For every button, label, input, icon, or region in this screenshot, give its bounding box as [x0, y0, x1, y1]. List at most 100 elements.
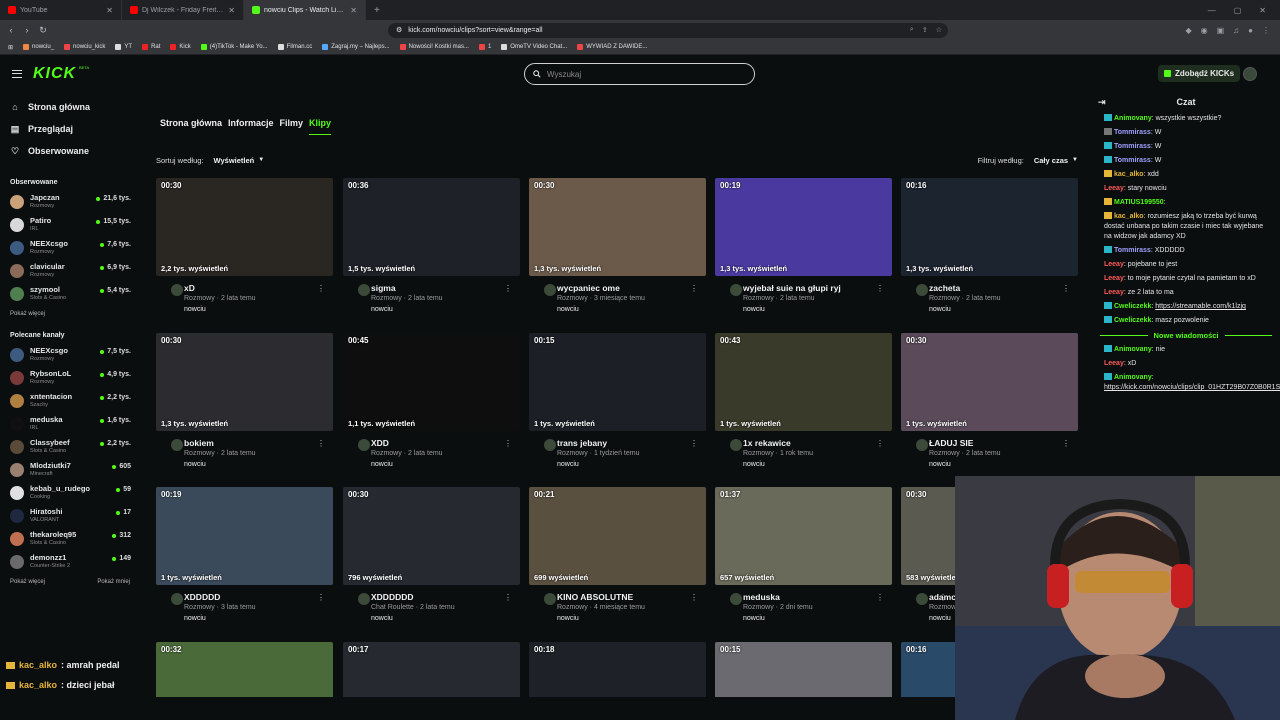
clip-thumbnail[interactable]: 00:30 796 wyświetleń: [343, 487, 520, 585]
site-info-icon[interactable]: ⚙: [396, 26, 402, 34]
bookmark-item[interactable]: Rat: [142, 44, 160, 50]
clip-card[interactable]: 00:21 699 wyświetleń KINO ABSOLUTNE Rozmowy…: [529, 487, 706, 627]
bookmark-item[interactable]: Zagraj.my – Najleps...: [322, 44, 390, 50]
clip-card[interactable]: 00:15: [715, 642, 892, 697]
clip-card[interactable]: 00:16 1,3 tys. wyświetleń zacheta Rozmowy ·…: [901, 178, 1078, 318]
clip-channel[interactable]: nowciu: [929, 461, 951, 468]
chat-username[interactable]: Leeay: [1104, 275, 1124, 282]
more-options-icon[interactable]: ⋮: [876, 439, 884, 448]
clip-title[interactable]: xD: [184, 283, 195, 293]
share-icon[interactable]: ⇪: [922, 26, 928, 34]
sidebar-item-browse[interactable]: ▤ Przeglądaj: [10, 118, 140, 140]
more-options-icon[interactable]: ⋮: [939, 593, 947, 602]
bookmark-item[interactable]: Filman.cc: [277, 44, 312, 50]
avatar[interactable]: [544, 593, 556, 605]
clip-channel[interactable]: nowciu: [929, 615, 951, 622]
chat-link[interactable]: https://streamable.com/k1lzjq: [1155, 303, 1246, 310]
browser-tab[interactable]: nowciu Clips - Watch Live on Kick ✕: [244, 0, 366, 20]
more-options-icon[interactable]: ⋮: [1062, 284, 1070, 293]
sidebar-channel[interactable]: Hiratoshi VALORANT 17: [0, 504, 140, 527]
clip-title[interactable]: zacheta: [929, 283, 960, 293]
clip-channel[interactable]: nowciu: [929, 306, 951, 313]
reload-icon[interactable]: ↻: [38, 25, 48, 36]
more-options-icon[interactable]: ⋮: [876, 284, 884, 293]
chat-username[interactable]: Tommirass: [1114, 157, 1151, 164]
clip-channel[interactable]: nowciu: [743, 461, 765, 468]
clip-thumbnail[interactable]: 00:36 1,5 tys. wyświetleń: [343, 178, 520, 276]
clip-channel[interactable]: nowciu: [184, 461, 206, 468]
avatar[interactable]: [358, 284, 370, 296]
clip-thumbnail[interactable]: 00:17: [343, 642, 520, 697]
clip-thumbnail[interactable]: 00:30 1,3 tys. wyświetleń: [529, 178, 706, 276]
sidebar-channel[interactable]: Japczan Rozmowy 21,6 tys.: [0, 190, 140, 213]
clip-thumbnail[interactable]: 00:18: [529, 642, 706, 697]
clip-title[interactable]: meduska: [743, 592, 780, 602]
close-window-icon[interactable]: ✕: [1259, 6, 1266, 15]
chat-username[interactable]: MATIUS199550: [1114, 199, 1164, 206]
new-messages-divider[interactable]: Nowe wiadomości: [1092, 328, 1280, 343]
clip-card[interactable]: 00:30 2,2 tys. wyświetleń xD Rozmowy · 2 la…: [156, 178, 333, 318]
kick-logo[interactable]: KICK: [33, 65, 76, 83]
avatar[interactable]: [916, 593, 928, 605]
tab-clips[interactable]: Klipy: [309, 118, 332, 135]
clip-card[interactable]: 00:30 1 tys. wyświetleń ŁADUJ SIE Rozmowy ·…: [901, 333, 1078, 473]
sidebar-channel[interactable]: Classybeef Slots & Casino 2,2 tys.: [0, 435, 140, 458]
more-options-icon[interactable]: ⋮: [876, 593, 884, 602]
bookmark-item[interactable]: OmeTV Video Chat...: [501, 44, 567, 50]
clip-channel[interactable]: nowciu: [371, 615, 393, 622]
clip-channel[interactable]: nowciu: [743, 306, 765, 313]
more-options-icon[interactable]: ⋮: [1062, 439, 1070, 448]
clip-title[interactable]: ŁADUJ SIE: [929, 438, 973, 448]
chat-username[interactable]: Tommirass: [1114, 129, 1151, 136]
clip-card[interactable]: 00:43 1 tys. wyświetleń 1x rekawice Rozmowy…: [715, 333, 892, 473]
tab-home[interactable]: Strona główna: [160, 118, 222, 135]
clip-thumbnail[interactable]: 00:32: [156, 642, 333, 697]
clip-thumbnail[interactable]: 01:37 657 wyświetleń: [715, 487, 892, 585]
chat-username[interactable]: kac_alko: [1114, 171, 1144, 178]
sidebar-item-home[interactable]: ⌂ Strona główna: [10, 96, 140, 118]
clip-thumbnail[interactable]: 00:19 1,3 tys. wyświetleń: [715, 178, 892, 276]
avatar[interactable]: [916, 439, 928, 451]
clip-channel[interactable]: nowciu: [371, 306, 393, 313]
clip-thumbnail[interactable]: 00:45 1,1 tys. wyświetleń: [343, 333, 520, 431]
clip-channel[interactable]: nowciu: [557, 615, 579, 622]
sidebar-channel[interactable]: kebab_u_rudego Cooking 59: [0, 481, 140, 504]
clip-channel[interactable]: nowciu: [557, 461, 579, 468]
bookmark-item[interactable]: Kick: [170, 44, 191, 50]
avatar[interactable]: [730, 284, 742, 296]
back-icon[interactable]: ‹: [6, 25, 16, 35]
more-options-icon[interactable]: ⋮: [504, 593, 512, 602]
avatar[interactable]: [171, 284, 183, 296]
clip-card[interactable]: 00:19 1 tys. wyświetleń XDDDDD Rozmowy · 3 …: [156, 487, 333, 627]
avatar[interactable]: [730, 439, 742, 451]
clip-thumbnail[interactable]: 00:19 1 tys. wyświetleń: [156, 487, 333, 585]
bookmark-item[interactable]: YT: [115, 44, 132, 50]
chat-username[interactable]: Cweliczekk: [1114, 317, 1151, 324]
avatar[interactable]: [730, 593, 742, 605]
more-options-icon[interactable]: ⋮: [690, 439, 698, 448]
chat-username[interactable]: Leeay: [1104, 185, 1124, 192]
clip-thumbnail[interactable]: 00:43 1 tys. wyświetleń: [715, 333, 892, 431]
chat-username[interactable]: Animovany: [1114, 374, 1152, 381]
chat-username[interactable]: Leeay: [1104, 360, 1124, 367]
clip-thumbnail[interactable]: 00:15 1 tys. wyświetleń: [529, 333, 706, 431]
close-tab-icon[interactable]: ✕: [106, 6, 113, 15]
clip-title[interactable]: sigma: [371, 283, 396, 293]
chat-username[interactable]: Animovany: [1114, 346, 1152, 353]
sidebar-channel[interactable]: clavicular Rozmowy 6,9 tys.: [0, 259, 140, 282]
clip-thumbnail[interactable]: 00:30 1,3 tys. wyświetleń: [156, 333, 333, 431]
clip-title[interactable]: wyjebał suie na głupi ryj: [743, 283, 841, 293]
sidebar-channel[interactable]: NEEXcsgo Rozmowy 7,6 tys.: [0, 236, 140, 259]
clip-card[interactable]: 00:17: [343, 642, 520, 697]
clip-channel[interactable]: nowciu: [557, 306, 579, 313]
bookmark-item[interactable]: nowciu_: [23, 44, 54, 50]
recommended-show-less[interactable]: Pokaż mniej: [97, 575, 130, 589]
avatar[interactable]: [171, 439, 183, 451]
bookmark-item[interactable]: WYWIAD Z DAWIDE...: [577, 44, 647, 50]
clip-channel[interactable]: nowciu: [184, 615, 206, 622]
extension-icon[interactable]: ◉: [1201, 26, 1208, 35]
avatar[interactable]: [916, 284, 928, 296]
chat-username[interactable]: Leeay: [1104, 261, 1124, 268]
clip-thumbnail[interactable]: 00:21 699 wyświetleń: [529, 487, 706, 585]
close-tab-icon[interactable]: ✕: [228, 6, 235, 15]
